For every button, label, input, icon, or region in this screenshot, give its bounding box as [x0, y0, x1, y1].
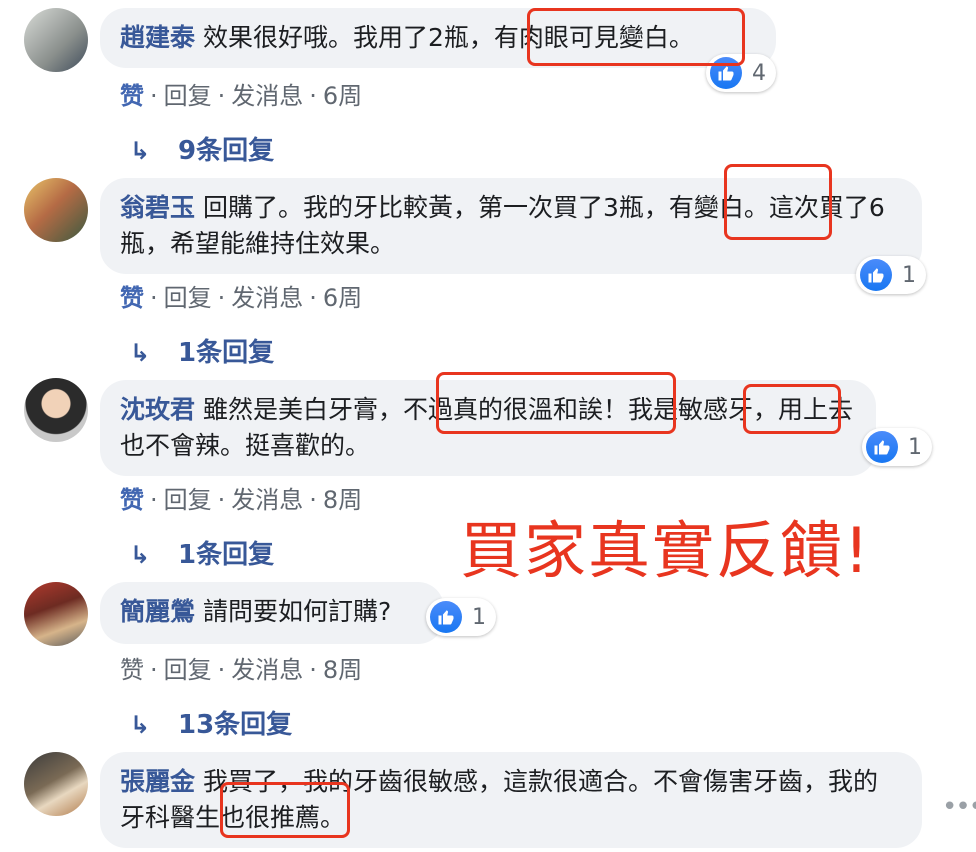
- reply-arrow-icon: ↳: [130, 711, 151, 739]
- reply-link[interactable]: 回复: [164, 656, 212, 684]
- view-replies-link[interactable]: ↳ 1条回复: [130, 534, 274, 571]
- like-link[interactable]: 赞: [120, 486, 144, 514]
- commenter-name[interactable]: 翁碧玉: [120, 193, 195, 222]
- avatar[interactable]: [24, 178, 88, 242]
- reply-link[interactable]: 回复: [164, 82, 212, 110]
- comment-text: 請問要如何訂購?: [203, 597, 392, 626]
- avatar[interactable]: [24, 752, 88, 816]
- timestamp[interactable]: 6周: [323, 82, 362, 110]
- reply-arrow-icon: ↳: [130, 137, 151, 165]
- thumbs-up-icon: [866, 431, 898, 463]
- view-replies-link[interactable]: ↳ 9条回复: [130, 130, 274, 167]
- like-link[interactable]: 赞: [120, 656, 144, 684]
- timestamp[interactable]: 6周: [323, 284, 362, 312]
- reply-arrow-icon: ↳: [130, 339, 151, 367]
- promo-banner-text: 買家真實反饋!: [460, 514, 871, 587]
- comment-actions: 赞 · 回复 · 发消息 · 6周: [120, 82, 363, 110]
- comment-actions: 赞 · 回复 · 发消息 · 8周: [120, 486, 363, 514]
- highlight-box: [220, 782, 350, 838]
- avatar[interactable]: [24, 582, 88, 646]
- highlight-box: [724, 164, 832, 240]
- message-link[interactable]: 发消息: [231, 656, 303, 684]
- like-link[interactable]: 赞: [120, 284, 144, 312]
- more-options-icon[interactable]: •••: [942, 792, 976, 822]
- reaction-count[interactable]: 1: [856, 256, 926, 294]
- view-replies-link[interactable]: ↳ 13条回复: [130, 704, 292, 741]
- message-link[interactable]: 发消息: [231, 486, 303, 514]
- like-link[interactable]: 赞: [120, 82, 144, 110]
- comment-actions: 赞 · 回复 · 发消息 · 8周: [120, 656, 363, 684]
- timestamp[interactable]: 8周: [323, 486, 362, 514]
- comment-actions: 赞 · 回复 · 发消息 · 6周: [120, 284, 363, 312]
- avatar[interactable]: [24, 8, 88, 72]
- message-link[interactable]: 发消息: [231, 82, 303, 110]
- commenter-name[interactable]: 張麗金: [120, 767, 195, 796]
- commenter-name[interactable]: 沈玫君: [120, 395, 195, 424]
- reply-arrow-icon: ↳: [130, 541, 151, 569]
- highlight-box: [743, 384, 841, 434]
- avatar[interactable]: [24, 378, 88, 442]
- thumbs-up-icon: [430, 601, 462, 633]
- thumbs-up-icon: [860, 259, 892, 291]
- reaction-count[interactable]: 1: [426, 598, 496, 636]
- view-replies-link[interactable]: ↳ 1条回复: [130, 332, 274, 369]
- commenter-name[interactable]: 趙建泰: [120, 23, 195, 52]
- reply-link[interactable]: 回复: [164, 284, 212, 312]
- reaction-count[interactable]: 1: [862, 428, 932, 466]
- highlight-box: [527, 8, 745, 66]
- reply-link[interactable]: 回复: [164, 486, 212, 514]
- commenter-name[interactable]: 簡麗鶯: [120, 597, 195, 626]
- highlight-box: [436, 372, 676, 434]
- message-link[interactable]: 发消息: [231, 284, 303, 312]
- comment-bubble: 簡麗鶯 請問要如何訂購?: [100, 582, 444, 644]
- timestamp[interactable]: 8周: [323, 656, 362, 684]
